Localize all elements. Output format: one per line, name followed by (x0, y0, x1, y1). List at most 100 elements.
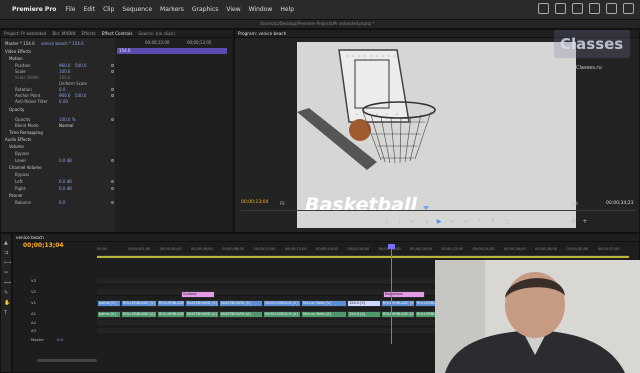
status-icon-4[interactable] (589, 3, 600, 14)
anchor-y-value[interactable]: 540.0 (75, 93, 86, 98)
video-clip[interactable]: ROLLERBLADE [V] (121, 300, 157, 307)
level-value[interactable]: 0.0 dB (59, 158, 72, 163)
tab-project[interactable]: Project: Pr extended (4, 31, 46, 36)
audio-clip[interactable]: SKATEBOARD [A] (219, 311, 263, 318)
reset-opacity-icon[interactable] (111, 118, 114, 121)
reset-rotation-icon[interactable] (111, 88, 114, 91)
ec-clip-bar[interactable]: 154.0 (117, 48, 227, 54)
audio-clip[interactable]: palms [A] (97, 311, 121, 318)
step-forward-icon[interactable]: ▸ (450, 218, 453, 225)
tab-effects[interactable]: Effects (81, 31, 95, 36)
audio-clip[interactable]: Mus on Rolls [A] (301, 311, 347, 318)
left-value[interactable]: 0.0 dB (59, 179, 72, 184)
audio-clip[interactable]: ROLLERBLADE [A] (157, 311, 185, 318)
balance-value[interactable]: 0.0 (59, 200, 65, 205)
reset-left-icon[interactable] (111, 180, 114, 183)
channel-volume-effect[interactable]: Channel Volume (9, 165, 42, 171)
scale-value[interactable]: 100.0 (59, 69, 70, 74)
title-clip[interactable]: Basketball (383, 291, 425, 298)
blend-mode-dropdown[interactable]: Normal (59, 123, 73, 129)
program-timecode[interactable]: 00;00;13;04 (241, 200, 268, 205)
video-clip[interactable]: SKATEBOARD [V] (185, 300, 219, 307)
reset-level-icon[interactable] (111, 159, 114, 162)
video-clip[interactable]: MUSCLEBEACH [V] (263, 300, 301, 307)
track-v3-label[interactable]: V3 (31, 278, 36, 283)
opacity-effect[interactable]: Opacity (9, 107, 24, 113)
tab-source[interactable]: Source: (no clips) (138, 31, 174, 36)
mark-out-icon[interactable]: } (398, 218, 402, 225)
video-clip[interactable]: Mus on Rolls [V] (301, 300, 347, 307)
track-a1-label[interactable]: A1 (31, 311, 36, 316)
reset-position-icon[interactable] (111, 64, 114, 67)
audio-clip[interactable]: ROLLERBLADE [A] (415, 311, 436, 318)
status-icon-6[interactable] (623, 3, 634, 14)
tab-program[interactable]: Program: venice beach (238, 31, 286, 36)
extract-icon[interactable]: ⇞ (490, 218, 495, 225)
program-playhead[interactable] (423, 206, 429, 210)
go-to-in-icon[interactable]: ⇤ (411, 218, 416, 225)
video-clip[interactable]: ROLLERBLADE [V] (157, 300, 185, 307)
video-clip[interactable]: ROLLERBLADE [V] (381, 300, 415, 307)
menu-file[interactable]: File (65, 6, 75, 13)
rotation-value[interactable]: 0.0 (59, 87, 65, 92)
time-ruler[interactable]: 00;00 00;00;02;00 00;00;04;00 00;00;06;00 00… (97, 246, 629, 256)
settings-icon[interactable]: ⚙ (571, 218, 576, 225)
play-icon[interactable]: ▶ (437, 218, 442, 225)
status-icon-3[interactable] (572, 3, 583, 14)
audio-clip[interactable]: 154.0 [A] (347, 311, 381, 318)
app-name-menu[interactable]: Premiere Pro (12, 6, 56, 13)
video-preview[interactable]: Basketball (297, 42, 576, 228)
slip-tool-icon[interactable]: ⟺ (4, 280, 11, 286)
effect-keyframe-area[interactable]: 00;00;12;00 00;00;13;05 (115, 38, 233, 232)
timeline-playhead-line[interactable] (391, 244, 392, 344)
title-clip[interactable]: Subtext (181, 291, 215, 298)
tab-sequence-venice-beach[interactable]: venice beach (16, 235, 44, 240)
menu-window[interactable]: Window (249, 6, 273, 13)
clip-path-label[interactable]: Master * 154.0 (5, 41, 35, 47)
reset-anchor-icon[interactable] (111, 94, 114, 97)
motion-effect[interactable]: Motion (9, 56, 23, 62)
audio-clip[interactable]: ROLLERBLADE [A] (381, 311, 415, 318)
program-mini-timeline[interactable] (241, 210, 635, 214)
audio-clip[interactable]: MUSCLEBEACH [A] (263, 311, 301, 318)
status-icon-1[interactable] (538, 3, 549, 14)
lift-icon[interactable]: ⇡ (476, 218, 481, 225)
video-clip-selected[interactable]: 154.0 [V] (347, 300, 381, 307)
type-tool-icon[interactable]: T (4, 310, 10, 316)
right-value[interactable]: 0.0 dB (59, 186, 72, 191)
sequence-label[interactable]: venice beach * 154.0 (41, 41, 84, 47)
reset-balance-icon[interactable] (111, 201, 114, 204)
timeline-scrollbar[interactable] (37, 359, 97, 362)
menu-help[interactable]: Help (280, 6, 294, 13)
antiflicker-value[interactable]: 0.00 (59, 99, 68, 104)
panner-effect[interactable]: Panner (9, 193, 23, 199)
track-v1-label[interactable]: V1 (31, 300, 36, 305)
menu-view[interactable]: View (226, 6, 240, 13)
position-y-value[interactable]: 540.0 (75, 63, 86, 68)
menu-edit[interactable]: Edit (83, 6, 95, 13)
track-select-tool-icon[interactable]: ⇉ (4, 250, 10, 256)
track-a2-label[interactable]: A2 (31, 320, 36, 325)
mark-in-icon[interactable]: { (385, 218, 389, 225)
menu-graphics[interactable]: Graphics (192, 6, 219, 13)
audio-clip[interactable]: ROLLERBLADE [A] (121, 311, 157, 318)
status-icon-2[interactable] (555, 3, 566, 14)
audio-clip[interactable]: SKATEBOARD [A] (185, 311, 219, 318)
menu-sequence[interactable]: Sequence (122, 6, 152, 13)
razor-tool-icon[interactable]: ✂ (4, 270, 10, 276)
position-x-value[interactable]: 960.0 (59, 63, 70, 68)
master-volume-value[interactable]: 0.0 (57, 337, 63, 342)
opacity-value[interactable]: 100.0 % (59, 117, 76, 122)
volume-effect[interactable]: Volume (9, 144, 24, 150)
resolution-dropdown[interactable]: Full (571, 201, 578, 206)
reset-right-icon[interactable] (111, 187, 114, 190)
export-frame-icon[interactable]: ◫ (504, 218, 510, 225)
menu-markers[interactable]: Markers (160, 6, 184, 13)
zoom-dropdown[interactable]: Fit (280, 201, 285, 206)
add-button-icon[interactable]: + (582, 218, 587, 225)
step-back-icon[interactable]: ◂ (425, 218, 428, 225)
status-icon-5[interactable] (606, 3, 617, 14)
ripple-edit-tool-icon[interactable]: ⟷ (4, 260, 11, 266)
anchor-x-value[interactable]: 960.0 (59, 93, 70, 98)
work-area-bar[interactable] (97, 256, 629, 258)
